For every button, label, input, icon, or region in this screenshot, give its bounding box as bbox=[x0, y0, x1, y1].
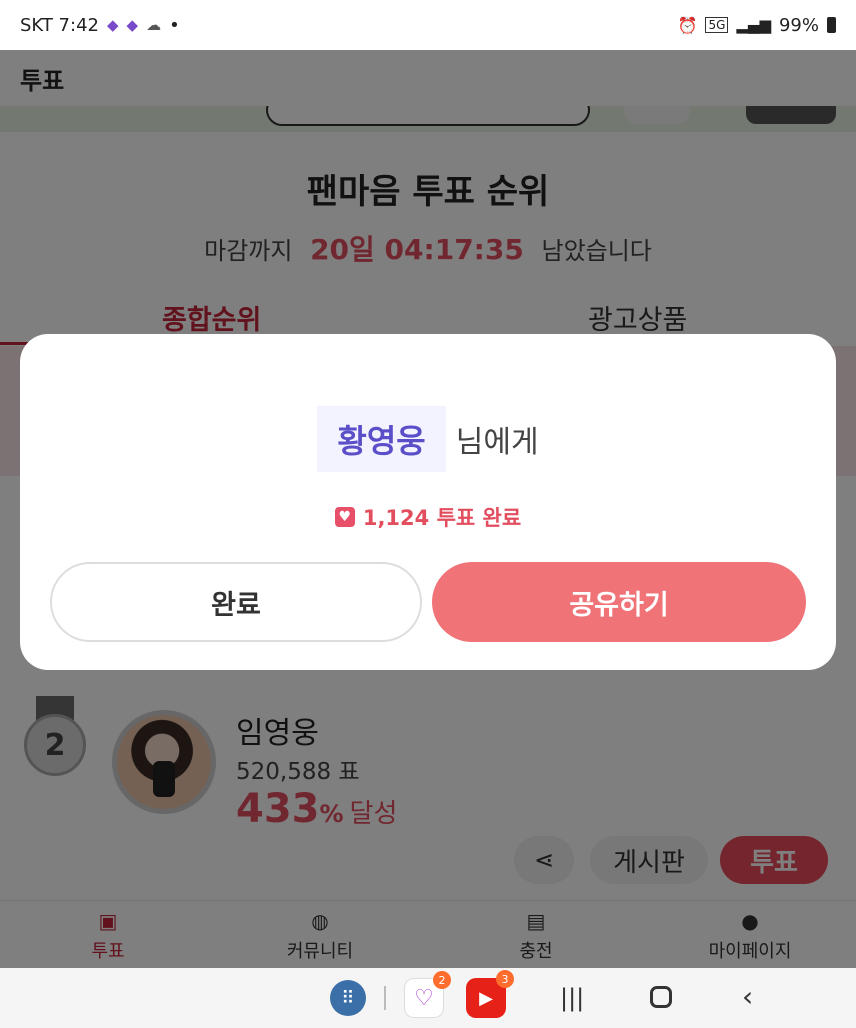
status-left: SKT 7:42 ◆ ◆ ☁ • bbox=[20, 15, 180, 36]
status-bar: SKT 7:42 ◆ ◆ ☁ • ⏰ 5G ▂▄▆ 99% bbox=[0, 0, 856, 50]
back-icon[interactable]: ‹ bbox=[742, 980, 753, 1013]
recipient-name: 황영웅 bbox=[317, 406, 446, 472]
dialog-head: 황영웅 님에게 bbox=[20, 406, 836, 472]
vote-result: ♥ 1,124 투표 완료 bbox=[20, 502, 836, 532]
cloud-icon: ☁ bbox=[146, 16, 162, 34]
heart-icon: ♥ bbox=[334, 507, 355, 527]
fanmaum-badge: 2 bbox=[433, 971, 451, 989]
youtube-badge: 3 bbox=[496, 970, 514, 988]
status-dot: • bbox=[169, 14, 180, 36]
status-right: ⏰ 5G ▂▄▆ 99% bbox=[678, 15, 836, 36]
carrier-time: SKT 7:42 bbox=[20, 14, 99, 36]
youtube-app-icon[interactable]: ▶ 3 bbox=[466, 970, 514, 1018]
battery-icon bbox=[827, 17, 836, 33]
network-label: 5G bbox=[705, 17, 729, 33]
share-button-dialog[interactable]: 공유하기 bbox=[432, 562, 806, 642]
recipient-suffix: 님에게 bbox=[455, 425, 539, 460]
home-icon[interactable] bbox=[650, 986, 672, 1008]
nav-divider bbox=[384, 986, 386, 1010]
notification-icon-2: ◆ bbox=[126, 16, 139, 34]
battery-level: 99% bbox=[778, 14, 819, 36]
system-nav-bar: ⠿ ♡ 2 ▶ 3 ||| ‹ bbox=[0, 968, 856, 1028]
app-drawer-icon[interactable]: ⠿ bbox=[330, 980, 366, 1016]
alarm-icon: ⏰ bbox=[677, 15, 698, 35]
vote-result-text: 1,124 투표 완료 bbox=[362, 506, 522, 530]
complete-button[interactable]: 완료 bbox=[50, 562, 422, 642]
notification-icon: ◆ bbox=[106, 16, 119, 34]
vote-complete-dialog: 황영웅 님에게 ♥ 1,124 투표 완료 완료 공유하기 bbox=[20, 334, 836, 670]
fanmaum-app-icon[interactable]: ♡ 2 bbox=[404, 971, 451, 1018]
recent-apps-icon[interactable]: ||| bbox=[560, 984, 584, 1012]
signal-icon: ▂▄▆ bbox=[736, 16, 771, 34]
